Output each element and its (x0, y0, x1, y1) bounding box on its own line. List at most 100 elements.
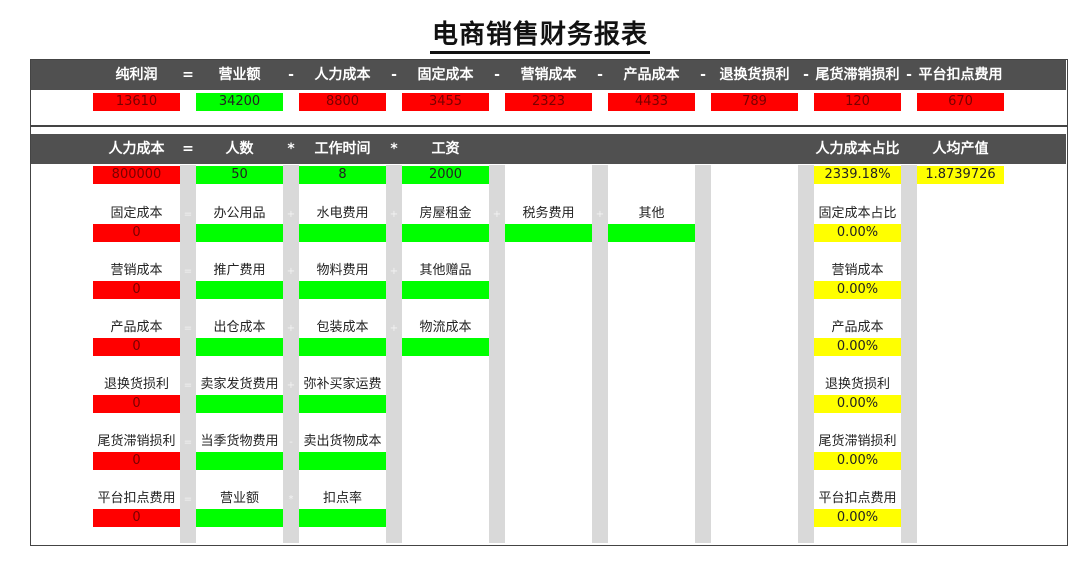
cost-row-label: 尾货滞销损利 (97, 434, 176, 449)
cost-row-operator: + (389, 209, 399, 220)
summary-header-4: 固定成本 (417, 67, 474, 83)
cost-item-input[interactable] (402, 224, 489, 242)
summary-header-3: 人力成本 (314, 67, 371, 83)
summary-header-6: 产品成本 (623, 67, 680, 83)
ratio-value: 0.00% (814, 509, 901, 527)
ratio-label: 退换货损利 (824, 377, 890, 392)
cost-row-value[interactable]: 0 (93, 281, 180, 299)
summary-header-9: 平台扣点费用 (918, 67, 1003, 83)
summary-header-1: 纯利润 (115, 67, 158, 83)
summary-operator: = (182, 67, 194, 83)
summary-value-7[interactable]: 789 (711, 93, 798, 111)
detail-header-operator: * (287, 141, 295, 157)
cost-item-label: 扣点率 (322, 491, 362, 506)
summary-operator: - (494, 67, 500, 83)
summary-value-4[interactable]: 3455 (402, 93, 489, 111)
cost-row-value[interactable]: 0 (93, 338, 180, 356)
cost-item-label: 当季货物费用 (200, 434, 279, 449)
ratio-label: 产品成本 (831, 320, 884, 335)
cost-item-label: 其他 (638, 206, 665, 221)
detail-header-4: 工资 (431, 141, 460, 157)
cost-row-operator: + (595, 209, 605, 220)
cost-item-label: 物料费用 (316, 263, 369, 278)
cost-row-value[interactable]: 0 (93, 452, 180, 470)
cost-item-label: 包装成本 (316, 320, 369, 335)
cost-row-operator: = (183, 437, 193, 448)
labor-value-4[interactable]: 2000 (402, 166, 489, 184)
cost-row-label: 营销成本 (110, 263, 163, 278)
cost-item-input[interactable] (196, 224, 283, 242)
report-title-wrap: 电商销售财务报表 (0, 14, 1080, 54)
labor-value-2[interactable]: 50 (196, 166, 283, 184)
summary-operator: - (391, 67, 397, 83)
cost-row-operator: = (183, 266, 193, 277)
cost-row-operator: = (183, 209, 193, 220)
ratio-value: 0.00% (814, 281, 901, 299)
cost-row-value[interactable]: 0 (93, 224, 180, 242)
cost-row-value[interactable]: 0 (93, 509, 180, 527)
cost-item-label: 税务费用 (522, 206, 575, 221)
labor-value-3[interactable]: 8 (299, 166, 386, 184)
summary-operator: - (597, 67, 603, 83)
summary-value-2[interactable]: 34200 (196, 93, 283, 111)
detail-right-header-2: 人均产值 (932, 141, 989, 157)
summary-header-8: 尾货滞销损利 (815, 67, 900, 83)
summary-header-2: 营业额 (218, 67, 261, 83)
cost-row-operator: + (389, 266, 399, 277)
cost-row-operator: + (286, 266, 296, 277)
cost-item-label: 弥补买家运费 (303, 377, 382, 392)
ratio-label: 尾货滞销损利 (818, 434, 897, 449)
summary-value-9[interactable]: 670 (917, 93, 1004, 111)
ratio-value: 0.00% (814, 338, 901, 356)
detail-header-2: 人数 (225, 141, 254, 157)
cost-row-operator: * (288, 494, 294, 505)
summary-operator: - (700, 67, 706, 83)
cost-item-label: 营业额 (219, 491, 259, 506)
cost-row-value[interactable]: 0 (93, 395, 180, 413)
cost-item-input[interactable] (299, 452, 386, 470)
cost-item-input[interactable] (299, 281, 386, 299)
ratio-label: 固定成本占比 (818, 206, 897, 221)
cost-item-input[interactable] (299, 395, 386, 413)
per-capita-output: 1.8739726 (917, 166, 1004, 184)
labor-value-1[interactable]: 800000 (93, 166, 180, 184)
cost-row-operator: + (286, 323, 296, 334)
cost-row-label: 退换货损利 (103, 377, 169, 392)
ratio-value: 0.00% (814, 224, 901, 242)
cost-item-label: 房屋租金 (419, 206, 472, 221)
cost-item-input[interactable] (299, 509, 386, 527)
cost-item-input[interactable] (196, 509, 283, 527)
cost-row-operator: = (183, 380, 193, 391)
cost-row-operator: + (286, 209, 296, 220)
ratio-value: 0.00% (814, 395, 901, 413)
labor-cost-ratio: 2339.18% (814, 166, 901, 184)
cost-item-input[interactable] (299, 338, 386, 356)
summary-value-5[interactable]: 2323 (505, 93, 592, 111)
cost-item-input[interactable] (299, 224, 386, 242)
cost-item-input[interactable] (402, 338, 489, 356)
summary-header-7: 退换货损利 (719, 67, 790, 83)
cost-row-operator: = (183, 494, 193, 505)
summary-operator: - (288, 67, 294, 83)
summary-value-6[interactable]: 4433 (608, 93, 695, 111)
cost-item-input[interactable] (196, 395, 283, 413)
cost-item-input[interactable] (196, 338, 283, 356)
summary-operator: - (906, 67, 912, 83)
ratio-label: 平台扣点费用 (818, 491, 897, 506)
cost-row-label: 产品成本 (110, 320, 163, 335)
cost-row-operator: = (183, 323, 193, 334)
cost-item-input[interactable] (196, 281, 283, 299)
cost-row-label: 平台扣点费用 (97, 491, 176, 506)
cost-row-operator: + (389, 323, 399, 334)
cost-item-input[interactable] (402, 281, 489, 299)
detail-header-1: 人力成本 (108, 141, 165, 157)
detail-header-operator: = (182, 141, 194, 157)
summary-value-8[interactable]: 120 (814, 93, 901, 111)
cost-item-input[interactable] (505, 224, 592, 242)
summary-value-3[interactable]: 8800 (299, 93, 386, 111)
cost-item-label: 其他赠品 (419, 263, 472, 278)
report-title: 电商销售财务报表 (429, 20, 650, 54)
cost-item-input[interactable] (196, 452, 283, 470)
cost-item-input[interactable] (608, 224, 695, 242)
summary-value-1[interactable]: 13610 (93, 93, 180, 111)
